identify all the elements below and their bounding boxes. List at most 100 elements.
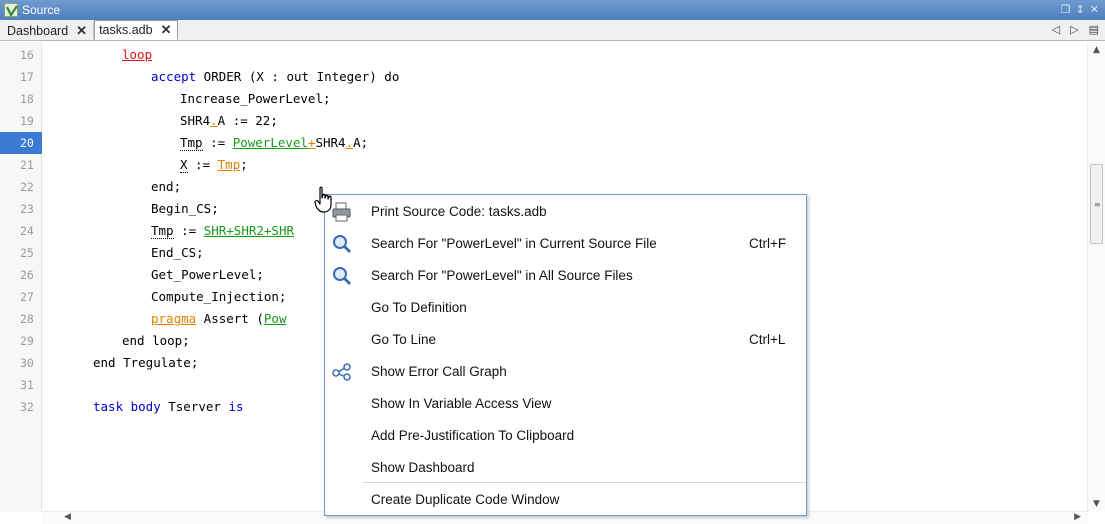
code-token: Tserver xyxy=(160,399,229,414)
menu-item-label: Show Error Call Graph xyxy=(371,364,507,379)
close-icon[interactable]: ✕ xyxy=(1090,3,1099,16)
scroll-right-icon[interactable]: ▶ xyxy=(1074,512,1081,522)
code-token: end loop; xyxy=(122,333,190,348)
code-line-18: Increase_PowerLevel; xyxy=(180,88,331,110)
code-token: Assert ( xyxy=(196,311,264,326)
line-number: 28 xyxy=(20,312,34,326)
code-line-29: end loop; xyxy=(122,330,190,352)
context-menu: Print Source Code: tasks.adb Search For … xyxy=(324,194,807,516)
menu-item-label: Create Duplicate Code Window xyxy=(371,492,560,507)
menu-item-show-in-variable-access-view[interactable]: Show In Variable Access View xyxy=(325,388,806,419)
call-graph-icon xyxy=(331,361,353,383)
code-token[interactable]: Tmp xyxy=(218,157,241,172)
tab-next-icon[interactable]: ▷ xyxy=(1070,23,1078,36)
code-line-26: Get_PowerLevel; xyxy=(151,264,264,286)
menu-item-search-all-files[interactable]: Search For "PowerLevel" in All Source Fi… xyxy=(325,260,806,291)
menu-item-search-current-file[interactable]: Search For "PowerLevel" in Current Sourc… xyxy=(325,228,806,259)
line-number: 29 xyxy=(20,334,34,348)
code-line-27: Compute_Injection; xyxy=(151,286,286,308)
menu-item-go-to-line[interactable]: Go To Line Ctrl+L xyxy=(325,324,806,355)
line-number: 16 xyxy=(20,48,34,62)
code-token: ORDER (X : out Integer) do xyxy=(196,69,400,84)
pin-icon[interactable]: ↕ xyxy=(1076,3,1085,16)
code-token: End_CS; xyxy=(151,245,204,260)
tab-prev-icon[interactable]: ◁ xyxy=(1052,23,1060,36)
code-token[interactable]: Pow xyxy=(264,311,287,326)
code-line-16: loop xyxy=(122,44,152,66)
line-number: 32 xyxy=(20,400,34,414)
code-token: := xyxy=(202,135,233,150)
scroll-up-icon[interactable]: ▲ xyxy=(1093,45,1100,55)
tab-close-icon[interactable]: ✕ xyxy=(76,23,87,39)
menu-item-add-pre-justification[interactable]: Add Pre-Justification To Clipboard xyxy=(325,420,806,451)
menu-separator xyxy=(363,482,806,483)
vertical-scrollbar[interactable]: ▲ ≡ ▼ xyxy=(1087,42,1105,512)
magnifier-icon xyxy=(331,233,353,255)
code-token: SHR4 xyxy=(180,113,211,128)
code-token: accept xyxy=(151,69,197,84)
menu-item-label: Show In Variable Access View xyxy=(371,396,552,411)
code-line-25: End_CS; xyxy=(151,242,204,264)
code-token[interactable]: SHR+SHR2+SHR xyxy=(204,223,294,238)
scrollbar-thumb[interactable]: ≡ xyxy=(1090,164,1103,244)
line-number: 30 xyxy=(20,356,34,370)
code-token[interactable]: pragma xyxy=(151,311,196,326)
grip-icon: ≡ xyxy=(1094,200,1101,209)
code-line-22: end; xyxy=(151,176,181,198)
line-number: 31 xyxy=(20,378,34,392)
menu-item-label: Go To Line xyxy=(371,332,437,347)
code-line-24: Tmp := SHR+SHR2+SHR xyxy=(151,220,294,242)
editor-tab-bar: Dashboard ✕ tasks.adb ✕ ◁ ▷ ▤ xyxy=(0,20,1105,41)
menu-item-shortcut: Ctrl+F xyxy=(749,236,787,251)
code-token[interactable]: . xyxy=(346,135,354,150)
menu-item-print-source-code[interactable]: Print Source Code: tasks.adb xyxy=(325,196,806,227)
code-line-19: SHR4.A := 22; xyxy=(180,110,278,132)
code-token: Compute_Injection; xyxy=(151,289,287,304)
code-token: ; xyxy=(240,157,248,172)
scroll-left-icon[interactable]: ◀ xyxy=(64,512,71,522)
line-number: 18 xyxy=(20,92,34,106)
menu-item-create-duplicate-code-window[interactable]: Create Duplicate Code Window xyxy=(325,484,806,515)
tab-label: Dashboard xyxy=(7,23,69,38)
code-token[interactable]: Tmp xyxy=(180,135,203,151)
menu-item-shortcut: Ctrl+L xyxy=(749,332,786,347)
code-token: Increase_PowerLevel; xyxy=(180,91,331,106)
line-number: 19 xyxy=(20,114,34,128)
code-line-30: end Tregulate; xyxy=(93,352,198,374)
line-number: 27 xyxy=(20,290,34,304)
code-token: end Tregulate; xyxy=(93,355,199,370)
line-number: 23 xyxy=(20,202,34,216)
code-token[interactable]: Tmp xyxy=(151,223,174,239)
menu-item-label: Search For "PowerLevel" in All Source Fi… xyxy=(371,268,633,283)
code-token[interactable]: . xyxy=(210,113,218,128)
code-token: is xyxy=(228,399,244,414)
line-number: 21 xyxy=(20,158,34,172)
code-line-21: X := Tmp; xyxy=(180,154,248,176)
tab-dashboard[interactable]: Dashboard ✕ xyxy=(3,21,95,40)
line-number: 17 xyxy=(20,70,34,84)
line-number: 25 xyxy=(20,246,34,260)
tab-tasks-adb[interactable]: tasks.adb ✕ xyxy=(94,20,179,40)
hand-cursor-icon xyxy=(313,186,337,214)
restore-icon[interactable]: ❐ xyxy=(1061,3,1071,16)
code-token: := xyxy=(187,157,218,172)
menu-item-show-error-call-graph[interactable]: Show Error Call Graph xyxy=(325,356,806,387)
tab-list-icon[interactable]: ▤ xyxy=(1089,23,1099,36)
app-logo-icon xyxy=(4,3,18,18)
menu-item-go-to-definition[interactable]: Go To Definition xyxy=(325,292,806,323)
code-token[interactable]: X xyxy=(180,157,188,173)
menu-item-label: Search For "PowerLevel" in Current Sourc… xyxy=(371,236,657,251)
line-number: 22 xyxy=(20,180,34,194)
line-number: 26 xyxy=(20,268,34,282)
code-line-32: task body Tserver is xyxy=(93,396,244,418)
scroll-down-icon[interactable]: ▼ xyxy=(1093,499,1100,509)
window-title-bar: Source ❐ ↕ ✕ xyxy=(0,0,1105,20)
menu-item-label: Print Source Code: tasks.adb xyxy=(371,204,547,219)
tab-close-icon[interactable]: ✕ xyxy=(161,22,172,38)
code-line-20: Tmp := PowerLevel+SHR4.A; xyxy=(180,132,368,154)
code-token: := xyxy=(173,223,204,238)
code-token-powerlevel[interactable]: PowerLevel xyxy=(233,135,308,150)
menu-item-show-dashboard[interactable]: Show Dashboard xyxy=(325,452,806,483)
code-token: end; xyxy=(151,179,182,194)
code-token[interactable]: loop xyxy=(122,47,152,62)
